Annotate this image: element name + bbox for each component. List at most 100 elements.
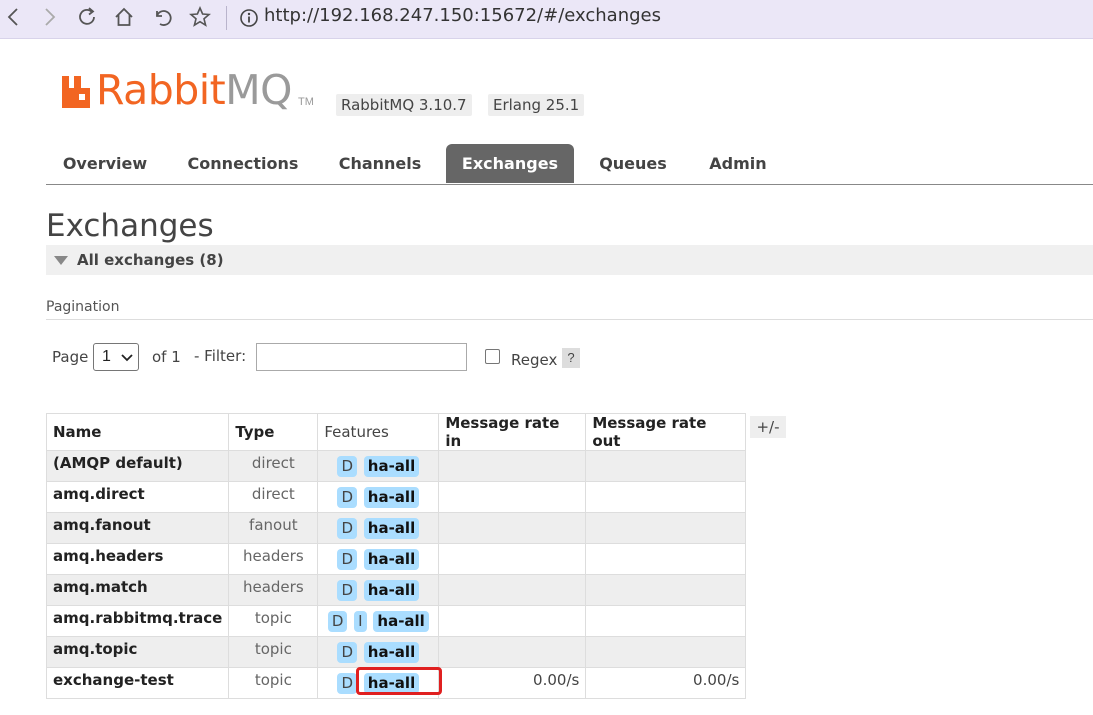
table-row: amq.match headers D ha-all bbox=[45, 574, 747, 606]
policy-badge[interactable]: ha-all bbox=[363, 580, 420, 601]
tab-connections[interactable]: Connections bbox=[176, 144, 310, 183]
column-header-name[interactable]: Name bbox=[45, 413, 230, 451]
message-rate-out: 0.00/s bbox=[585, 667, 747, 699]
exchange-features: D ha-all bbox=[317, 667, 440, 699]
star-icon bbox=[189, 6, 211, 27]
policy-badge[interactable]: ha-all bbox=[363, 518, 420, 539]
exchange-type: topic bbox=[228, 605, 319, 637]
forward-icon bbox=[45, 8, 56, 26]
exchange-type: fanout bbox=[228, 512, 319, 544]
message-rate-in bbox=[438, 605, 587, 637]
erlang-badge: Erlang 25.1 bbox=[488, 94, 585, 116]
all-exchanges-section-toggle[interactable]: All exchanges (8) bbox=[46, 245, 1093, 275]
exchange-type: topic bbox=[228, 667, 319, 699]
exchange-features: D ha-all bbox=[317, 512, 440, 544]
policy-badge[interactable]: ha-all bbox=[363, 642, 420, 663]
durable-badge: D bbox=[327, 611, 348, 632]
tab-exchanges[interactable]: Exchanges bbox=[446, 144, 574, 183]
exchanges-table: Name Type Features Message rate in Messa… bbox=[45, 413, 747, 699]
message-rate-out bbox=[585, 605, 747, 637]
table-row: amq.direct direct D ha-all bbox=[45, 481, 747, 513]
table-row: amq.topic topic D ha-all bbox=[45, 636, 747, 668]
exchange-features: D ha-all bbox=[317, 450, 440, 482]
message-rate-in bbox=[438, 574, 587, 606]
bookmark-button[interactable] bbox=[186, 3, 214, 31]
message-rate-in bbox=[438, 512, 587, 544]
exchange-name-link[interactable]: (AMQP default) bbox=[45, 450, 230, 482]
info-icon[interactable] bbox=[238, 7, 260, 29]
back-button[interactable] bbox=[0, 3, 28, 31]
message-rate-out bbox=[585, 636, 747, 668]
exchange-type: direct bbox=[228, 481, 319, 513]
table-row: amq.headers headers D ha-all bbox=[45, 543, 747, 575]
durable-badge: D bbox=[337, 456, 357, 477]
exchange-type: direct bbox=[228, 450, 319, 482]
pagination-divider bbox=[46, 319, 1093, 320]
table-row: exchange-test topic D ha-all 0.00/s 0.00… bbox=[45, 667, 747, 699]
regex-checkbox[interactable] bbox=[485, 349, 500, 364]
chevron-down-icon bbox=[121, 354, 133, 362]
exchange-features: D ha-all bbox=[317, 543, 440, 575]
regex-help-button[interactable]: ? bbox=[562, 348, 580, 368]
durable-badge: D bbox=[337, 487, 357, 508]
durable-badge: D bbox=[337, 673, 357, 694]
collapse-triangle-icon bbox=[54, 256, 68, 265]
policy-badge[interactable]: ha-all bbox=[363, 487, 420, 508]
section-label: All exchanges (8) bbox=[77, 251, 224, 269]
regex-label: Regex bbox=[511, 351, 558, 369]
exchange-features: D I ha-all bbox=[317, 605, 440, 637]
undo-button[interactable] bbox=[148, 3, 176, 31]
exchange-name-link[interactable]: amq.fanout bbox=[45, 512, 230, 544]
toolbar-separator bbox=[226, 6, 227, 30]
durable-badge: D bbox=[337, 518, 357, 539]
table-row: amq.rabbitmq.trace topic D I ha-all bbox=[45, 605, 747, 637]
column-header-rate-in[interactable]: Message rate in bbox=[438, 413, 587, 451]
browser-toolbar: http://192.168.247.150:15672/#/exchanges bbox=[0, 0, 1093, 39]
policy-badge[interactable]: ha-all bbox=[363, 673, 420, 694]
exchange-name-link[interactable]: exchange-test bbox=[45, 667, 230, 699]
pagination-label: Pagination bbox=[46, 299, 120, 315]
rabbit-logo-icon bbox=[62, 76, 90, 108]
reload-button[interactable] bbox=[73, 3, 101, 31]
message-rate-out bbox=[585, 574, 747, 606]
home-button[interactable] bbox=[110, 3, 138, 31]
exchange-features: D ha-all bbox=[317, 574, 440, 606]
logo-wordmark: RabbitMQ bbox=[96, 66, 292, 114]
exchange-name-link[interactable]: amq.headers bbox=[45, 543, 230, 575]
logo-trademark: TM bbox=[298, 96, 314, 108]
message-rate-out bbox=[585, 543, 747, 575]
back-icon bbox=[7, 8, 18, 26]
filter-input[interactable] bbox=[256, 343, 467, 371]
forward-button[interactable] bbox=[35, 3, 63, 31]
tab-admin[interactable]: Admin bbox=[694, 144, 782, 183]
exchange-features: D ha-all bbox=[317, 636, 440, 668]
message-rate-in bbox=[438, 636, 587, 668]
policy-badge[interactable]: ha-all bbox=[373, 611, 429, 632]
policy-badge[interactable]: ha-all bbox=[363, 549, 420, 570]
home-icon bbox=[115, 7, 133, 26]
tab-overview[interactable]: Overview bbox=[46, 144, 164, 183]
exchange-name-link[interactable]: amq.topic bbox=[45, 636, 230, 668]
reload-icon bbox=[79, 7, 95, 25]
tab-queues[interactable]: Queues bbox=[586, 144, 680, 183]
column-header-features: Features bbox=[317, 413, 440, 451]
policy-badge[interactable]: ha-all bbox=[363, 456, 420, 477]
main-tabs: Overview Connections Channels Exchanges … bbox=[46, 144, 1093, 185]
exchange-type: headers bbox=[228, 574, 319, 606]
durable-badge: D bbox=[337, 549, 357, 570]
column-header-type[interactable]: Type bbox=[228, 413, 319, 451]
exchange-name-link[interactable]: amq.rabbitmq.trace bbox=[45, 605, 230, 637]
page-select[interactable]: 1 bbox=[93, 343, 139, 371]
page-label: Page bbox=[52, 348, 89, 366]
message-rate-in: 0.00/s bbox=[438, 667, 587, 699]
message-rate-in bbox=[438, 481, 587, 513]
undo-icon bbox=[156, 10, 172, 26]
tab-channels[interactable]: Channels bbox=[324, 144, 436, 183]
message-rate-out bbox=[585, 512, 747, 544]
exchange-name-link[interactable]: amq.match bbox=[45, 574, 230, 606]
column-header-rate-out[interactable]: Message rate out bbox=[585, 413, 747, 451]
exchange-type: headers bbox=[228, 543, 319, 575]
exchange-name-link[interactable]: amq.direct bbox=[45, 481, 230, 513]
column-toggle-button[interactable]: +/- bbox=[750, 416, 786, 438]
address-bar[interactable]: http://192.168.247.150:15672/#/exchanges bbox=[264, 5, 661, 26]
